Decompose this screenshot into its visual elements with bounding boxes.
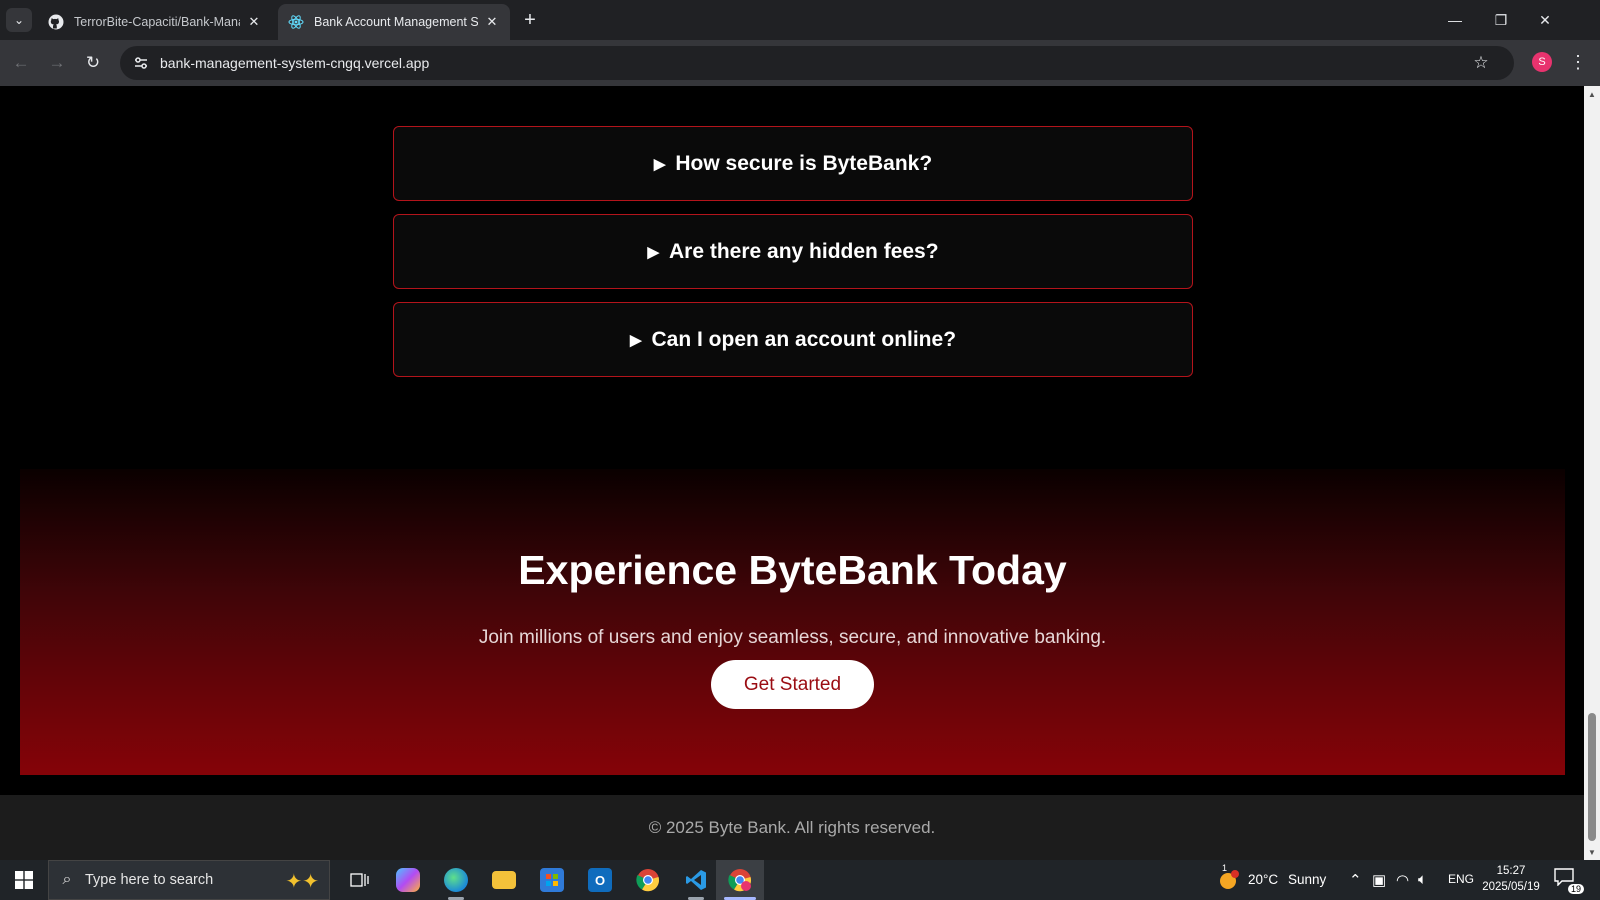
- faq-section: ▶ How secure is ByteBank? ▶ Are there an…: [20, 86, 1565, 469]
- faq-item[interactable]: ▶ How secure is ByteBank?: [393, 126, 1193, 201]
- restore-icon[interactable]: ❐: [1478, 0, 1524, 40]
- cta-title: Experience ByteBank Today: [518, 547, 1067, 593]
- clock[interactable]: 15:27 2025/05/19: [1478, 863, 1544, 895]
- expand-triangle-icon: ▶: [629, 331, 642, 349]
- clock-time: 15:27: [1496, 865, 1526, 877]
- faq-question: How secure is ByteBank?: [675, 151, 933, 175]
- tab-github[interactable]: TerrorBite-Capaciti/Bank-Manag ✕: [38, 4, 272, 40]
- get-started-button[interactable]: Get Started: [711, 660, 874, 709]
- close-tab-icon[interactable]: ✕: [246, 14, 262, 30]
- scrollbar-thumb[interactable]: [1588, 713, 1596, 841]
- faq-item[interactable]: ▶ Can I open an account online?: [393, 302, 1193, 377]
- sparkle-icon: ✦✦: [285, 871, 319, 893]
- search-icon: ⌕: [62, 871, 72, 888]
- expand-triangle-icon: ▶: [653, 155, 666, 173]
- faq-question: Can I open an account online?: [651, 327, 957, 351]
- faq-question: Are there any hidden fees?: [668, 239, 939, 263]
- bookmark-star-icon[interactable]: ☆: [1472, 54, 1490, 72]
- address-bar[interactable]: bank-management-system-cngq.vercel.app ☆: [120, 46, 1514, 80]
- page-viewport: ▶ How secure is ByteBank? ▶ Are there an…: [0, 86, 1584, 860]
- task-view-icon[interactable]: [336, 860, 384, 900]
- vscode-icon[interactable]: [672, 860, 720, 900]
- windows-start-icon[interactable]: [0, 860, 48, 900]
- tab-bank-app[interactable]: Bank Account Management Sys ✕: [278, 4, 510, 40]
- url-text: bank-management-system-cngq.vercel.app: [160, 55, 430, 71]
- cta-section: Experience ByteBank Today Join millions …: [20, 469, 1565, 775]
- tab-title: Bank Account Management Sys: [314, 15, 478, 29]
- tab-title: TerrorBite-Capaciti/Bank-Manag: [74, 15, 240, 29]
- taskbar: ⌕ Type here to search ✦✦ O 1 20°C Sunny …: [0, 860, 1600, 900]
- language-indicator[interactable]: ENG: [1448, 872, 1474, 886]
- search-placeholder: Type here to search: [85, 872, 214, 888]
- tab-strip: ⌄ TerrorBite-Capaciti/Bank-Manag ✕ Bank …: [0, 0, 1600, 40]
- wifi-icon[interactable]: ◠: [1396, 871, 1409, 889]
- github-icon: [48, 14, 64, 30]
- close-tab-icon[interactable]: ✕: [484, 14, 500, 30]
- footer: © 2025 Byte Bank. All rights reserved.: [0, 795, 1584, 860]
- meet-now-icon[interactable]: ▣: [1372, 871, 1386, 889]
- scroll-up-icon[interactable]: ▲: [1584, 86, 1600, 102]
- site-info-icon[interactable]: [124, 55, 158, 71]
- chrome-icon[interactable]: [624, 860, 672, 900]
- file-explorer-icon[interactable]: [480, 860, 528, 900]
- browser-menu-icon[interactable]: ⋮: [1568, 50, 1588, 74]
- taskbar-search-input[interactable]: ⌕ Type here to search ✦✦: [48, 860, 330, 900]
- weather-badge: 1: [1222, 863, 1228, 873]
- react-icon: [288, 14, 304, 30]
- volume-icon[interactable]: 🔈︎: [1418, 871, 1427, 888]
- notification-icon[interactable]: 19: [1554, 868, 1584, 894]
- forward-arrow-icon[interactable]: →: [44, 50, 70, 76]
- notification-count: 19: [1567, 884, 1584, 894]
- outlook-icon[interactable]: O: [576, 860, 624, 900]
- copilot-icon[interactable]: [384, 860, 432, 900]
- cta-subtitle: Join millions of users and enjoy seamles…: [478, 627, 1107, 648]
- back-arrow-icon[interactable]: ←: [8, 50, 34, 76]
- chevron-up-icon[interactable]: ⌃: [1349, 871, 1362, 889]
- scroll-down-icon[interactable]: ▼: [1584, 844, 1600, 860]
- tab-search-button[interactable]: ⌄: [6, 8, 32, 32]
- microsoft-store-icon[interactable]: [528, 860, 576, 900]
- chrome-profile-icon[interactable]: [716, 860, 764, 900]
- close-window-icon[interactable]: ✕: [1522, 0, 1568, 40]
- clock-date: 2025/05/19: [1482, 881, 1540, 893]
- browser-toolbar: ← → ↻ bank-management-system-cngq.vercel…: [0, 40, 1600, 86]
- weather-temp[interactable]: 20°C: [1248, 872, 1278, 887]
- minimize-icon[interactable]: —: [1432, 0, 1478, 40]
- faq-item[interactable]: ▶ Are there any hidden fees?: [393, 214, 1193, 289]
- new-tab-icon[interactable]: +: [518, 8, 542, 32]
- copyright-text: © 2025 Byte Bank. All rights reserved.: [648, 818, 936, 837]
- reload-icon[interactable]: ↻: [80, 50, 106, 76]
- page-scrollbar[interactable]: ▲ ▼: [1584, 86, 1600, 860]
- weather-desc[interactable]: Sunny: [1288, 872, 1326, 887]
- expand-triangle-icon: ▶: [647, 243, 659, 261]
- edge-icon[interactable]: [432, 860, 480, 900]
- profile-avatar[interactable]: S: [1532, 52, 1552, 72]
